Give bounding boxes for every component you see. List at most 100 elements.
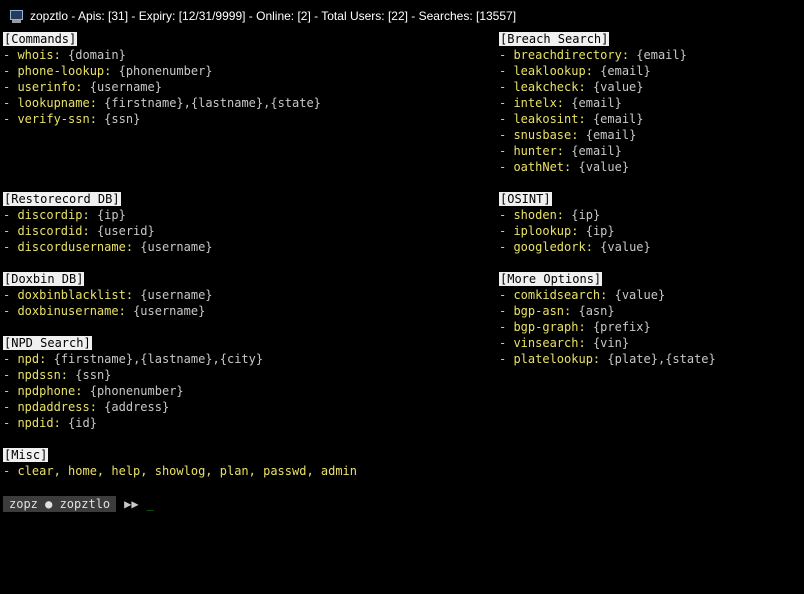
- command-argument: {id}: [68, 416, 97, 430]
- command-entry: - breachdirectory: {email}: [499, 47, 687, 63]
- command-entry: - discordip: {ip}: [3, 207, 213, 223]
- command-name: discordusername:: [17, 240, 134, 254]
- command-name: bgp-graph:: [513, 320, 586, 334]
- command-entry: - doxbinusername: {username}: [3, 303, 213, 319]
- section-header: [OSINT]: [499, 192, 552, 206]
- bullet-dash: -: [3, 224, 18, 238]
- command-name: lookupname:: [17, 96, 97, 110]
- command-entry: - snusbase: {email}: [499, 127, 687, 143]
- command-name: npdssn:: [17, 368, 69, 382]
- command-entry: - discordusername: {username}: [3, 239, 213, 255]
- bullet-dash: -: [499, 304, 514, 318]
- command-argument: {firstname},{lastname},{city}: [53, 352, 264, 366]
- prompt-label: zopz ● zopztlo: [3, 496, 117, 512]
- command-name: clear, home, help, showlog, plan, passwd…: [17, 464, 358, 478]
- command-entry: - hunter: {email}: [499, 143, 687, 159]
- section-header: [Breach Search]: [499, 32, 610, 46]
- bullet-dash: -: [3, 96, 18, 110]
- command-argument: {vin}: [592, 336, 630, 350]
- command-argument: {ip}: [571, 208, 601, 222]
- section-header: [Commands]: [3, 32, 78, 46]
- command-name: breachdirectory:: [513, 48, 630, 62]
- command-argument: {address}: [104, 400, 170, 414]
- bullet-dash: -: [3, 368, 18, 382]
- command-argument: {username}: [140, 288, 213, 302]
- left-section: [Doxbin DB] - doxbinblacklist: {username}…: [3, 271, 213, 319]
- bullet-dash: -: [499, 288, 514, 302]
- command-entry: - npdssn: {ssn}: [3, 367, 263, 383]
- bullet-dash: -: [3, 48, 18, 62]
- bullet-dash: -: [499, 352, 514, 366]
- bullet-dash: -: [499, 96, 514, 110]
- command-entry: - npdphone: {phonenumber}: [3, 383, 263, 399]
- input-cursor[interactable]: _: [147, 497, 154, 511]
- bullet-dash: -: [499, 240, 514, 254]
- bullet-dash: -: [499, 144, 514, 158]
- command-argument: {domain}: [68, 48, 126, 62]
- bullet-dash: -: [3, 64, 18, 78]
- section-header: [Restorecord DB]: [3, 192, 121, 206]
- command-name: discordid:: [17, 224, 90, 238]
- command-argument: {plate},{state}: [607, 352, 716, 366]
- bullet-dash: -: [3, 352, 18, 366]
- command-name: leakosint:: [513, 112, 586, 126]
- command-argument: {value}: [600, 240, 651, 254]
- section-header: [Misc]: [3, 448, 49, 462]
- bullet-dash: -: [499, 208, 514, 222]
- command-name: npdaddress:: [17, 400, 97, 414]
- command-name: iplookup:: [513, 224, 579, 238]
- command-argument: {email}: [592, 112, 644, 126]
- command-entry: - bgp-graph: {prefix}: [499, 319, 716, 335]
- command-name: leaklookup:: [513, 64, 593, 78]
- bullet-dash: -: [3, 400, 18, 414]
- command-argument: {userid}: [96, 224, 155, 238]
- command-entry: - comkidsearch: {value}: [499, 287, 716, 303]
- section-header: [Doxbin DB]: [3, 272, 85, 286]
- command-name: doxbinblacklist:: [17, 288, 134, 302]
- bullet-dash: -: [3, 208, 18, 222]
- command-name: doxbinusername:: [17, 304, 126, 318]
- command-argument: {ip}: [96, 208, 126, 222]
- section-header: [NPD Search]: [3, 336, 92, 350]
- command-name: phone-lookup:: [17, 64, 112, 78]
- command-entry: - googledork: {value}: [499, 239, 651, 255]
- bullet-dash: -: [499, 224, 514, 238]
- command-name: vinsearch:: [513, 336, 586, 350]
- command-argument: {email}: [571, 96, 622, 110]
- window-titlebar[interactable]: zopztlo - Apis: [31] - Expiry: [12/31/99…: [0, 0, 804, 31]
- command-entry: - iplookup: {ip}: [499, 223, 651, 239]
- command-entry: - intelx: {email}: [499, 95, 687, 111]
- command-entry: - shoden: {ip}: [499, 207, 651, 223]
- command-entry: - phone-lookup: {phonenumber}: [3, 63, 321, 79]
- command-name: discordip:: [17, 208, 90, 222]
- section-header: [More Options]: [499, 272, 603, 286]
- command-argument: {email}: [636, 48, 687, 62]
- command-entry: - leakosint: {email}: [499, 111, 687, 127]
- command-name: leakcheck:: [513, 80, 586, 94]
- command-prompt[interactable]: zopz ● zopztlo ▶▶ _: [3, 496, 154, 512]
- command-entry: - bgp-asn: {asn}: [499, 303, 716, 319]
- bullet-dash: -: [499, 64, 514, 78]
- command-argument: {email}: [600, 64, 651, 78]
- command-entry: - npdid: {id}: [3, 415, 263, 431]
- command-name: npdid:: [17, 416, 61, 430]
- command-argument: {asn}: [578, 304, 615, 318]
- command-name: bgp-asn:: [513, 304, 572, 318]
- command-name: snusbase:: [513, 128, 579, 142]
- right-section: [More Options] - comkidsearch: {value} - b…: [499, 271, 716, 367]
- command-entry: - discordid: {userid}: [3, 223, 213, 239]
- command-argument: {email}: [571, 144, 622, 158]
- window-title: zopztlo - Apis: [31] - Expiry: [12/31/99…: [30, 8, 517, 23]
- bullet-dash: -: [3, 80, 18, 94]
- command-entry: - verify-ssn: {ssn}: [3, 111, 321, 127]
- command-name: npdphone:: [17, 384, 83, 398]
- command-argument: {phonenumber}: [118, 64, 213, 78]
- command-name: platelookup:: [513, 352, 601, 366]
- command-name: whois:: [17, 48, 61, 62]
- command-name: shoden:: [513, 208, 565, 222]
- command-argument: {prefix}: [592, 320, 651, 334]
- bullet-dash: -: [499, 336, 514, 350]
- bullet-dash: -: [3, 240, 18, 254]
- command-name: verify-ssn:: [17, 112, 97, 126]
- command-name: userinfo:: [17, 80, 83, 94]
